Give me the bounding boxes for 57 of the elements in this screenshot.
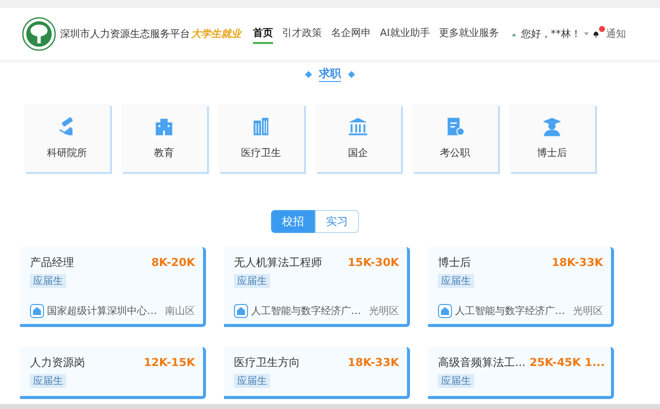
job-title: 无人机算法工程师 [234, 255, 322, 270]
district-label: 光明区 [369, 304, 399, 318]
job-tag: 应届生 [438, 274, 474, 288]
job-tag: 应届生 [234, 374, 270, 388]
job-card[interactable]: 人力资源岗 12K-15K 应届生 [20, 347, 206, 399]
notify-link[interactable]: 通知 [606, 27, 626, 41]
section-title: 求职 [319, 66, 341, 82]
site-name: 深圳市人力资源生态服务平台 [60, 28, 190, 41]
job-title: 高级音频算法工... [438, 355, 526, 370]
district-label: 光明区 [573, 304, 603, 318]
salary-range: 25K-45K 1... [530, 356, 605, 369]
category-card[interactable]: 考公职 [412, 104, 498, 172]
site-slogan: 大学生就业 [191, 28, 241, 41]
district-label: 南山区 [165, 304, 195, 318]
category-card[interactable]: 博士后 [509, 104, 595, 172]
house-icon [438, 304, 452, 318]
job-tag: 应届生 [438, 374, 474, 388]
salary-range: 12K-15K [144, 356, 195, 369]
graduate-icon [541, 116, 563, 138]
nav-link[interactable]: 更多就业服务 [438, 24, 499, 44]
salary-range: 15K-30K [348, 256, 399, 269]
job-card[interactable]: 无人机算法工程师 15K-30K 应届生 人工智能与数字经济广… 光明区 [224, 247, 410, 327]
job-tag: 应届生 [234, 274, 270, 288]
salary-range: 18K-33K [552, 256, 603, 269]
caret-icon[interactable] [584, 32, 589, 36]
house-icon [234, 304, 248, 318]
nav-link[interactable]: 名企网申 [331, 24, 371, 44]
job-title: 医疗卫生方向 [234, 355, 300, 370]
company-name: 国家超级计算深圳中心… [47, 304, 157, 318]
notification-dot [598, 26, 605, 32]
nav-link[interactable]: 首页 [253, 24, 273, 44]
job-tag: 应届生 [30, 374, 66, 388]
salary-range: 8K-20K [151, 256, 195, 269]
bell-icon[interactable] [592, 30, 600, 38]
category-card[interactable]: 国企 [315, 104, 401, 172]
tree-logo-icon [22, 17, 56, 51]
salary-range: 18K-33K [348, 356, 399, 369]
job-tag: 应届生 [30, 274, 66, 288]
job-card[interactable]: 博士后 18K-33K 应届生 人工智能与数字经济广… 光明区 [428, 247, 614, 327]
user-greeting[interactable]: 您好，**林！ [520, 27, 581, 41]
nav-link[interactable]: 引才政策 [282, 24, 322, 44]
job-title: 产品经理 [30, 255, 74, 270]
company-name: 人工智能与数字经济广… [455, 304, 565, 318]
house-icon [30, 304, 44, 318]
company-name: 人工智能与数字经济广… [251, 304, 361, 318]
category-card[interactable]: 教育 [121, 104, 207, 172]
school-icon [153, 116, 175, 138]
horizontal-scrollbar[interactable] [0, 404, 660, 409]
job-card[interactable]: 医疗卫生方向 18K-33K 应届生 [224, 347, 410, 399]
category-card[interactable]: 医疗卫生 [218, 104, 304, 172]
category-card[interactable]: 科研院所 [24, 104, 110, 172]
job-title: 人力资源岗 [30, 355, 85, 370]
bank-icon [347, 116, 369, 138]
nav-link[interactable]: AI就业助手 [380, 24, 430, 44]
job-card[interactable]: 产品经理 8K-20K 应届生 国家超级计算深圳中心… 南山区 [20, 247, 206, 327]
job-title: 博士后 [438, 255, 471, 270]
job-card[interactable]: 高级音频算法工... 25K-45K 1... 应届生 [428, 347, 614, 399]
